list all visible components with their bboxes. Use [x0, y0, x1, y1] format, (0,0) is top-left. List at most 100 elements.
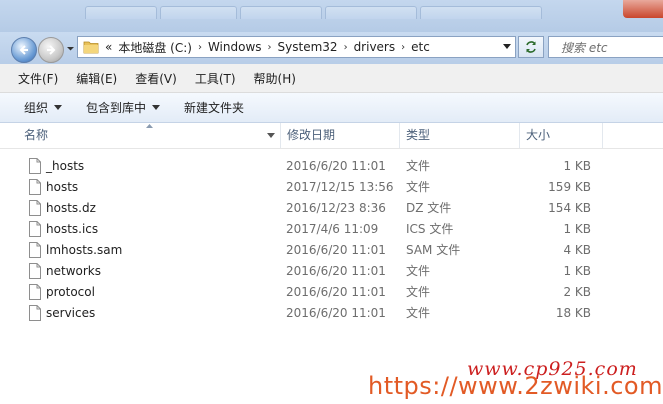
column-modified-label: 修改日期 [287, 128, 336, 142]
search-box[interactable] [548, 36, 663, 58]
chevron-down-icon[interactable] [503, 44, 511, 50]
file-name: hosts [46, 180, 79, 194]
file-modified: 2016/6/20 11:01 [286, 159, 386, 173]
file-modified: 2016/6/20 11:01 [286, 243, 386, 257]
column-filter-chevron-icon[interactable] [267, 133, 275, 138]
menu-bar: 文件(F) 编辑(E) 查看(V) 工具(T) 帮助(H) [0, 64, 663, 93]
file-row[interactable]: services 2016/6/20 11:01 文件 18 KB [0, 303, 663, 324]
menu-edit[interactable]: 编辑(E) [70, 70, 123, 87]
forward-button[interactable] [38, 37, 64, 63]
file-icon [29, 200, 41, 216]
file-icon [29, 221, 41, 237]
breadcrumb-overflow[interactable]: « [105, 40, 112, 54]
file-name: protocol [46, 285, 95, 299]
recent-pages-chevron-icon[interactable] [66, 44, 75, 53]
column-size-label: 大小 [526, 128, 551, 142]
file-name: hosts.ics [46, 222, 99, 236]
include-in-library-label: 包含到库中 [86, 101, 147, 115]
breadcrumb-system32[interactable]: System32 [278, 40, 338, 54]
background-window-tab [160, 6, 237, 19]
chevron-down-icon [152, 105, 161, 110]
breadcrumb-etc[interactable]: etc [411, 40, 430, 54]
file-row[interactable]: protocol 2016/6/20 11:01 文件 2 KB [0, 282, 663, 303]
file-row[interactable]: hosts.dz 2016/12/23 8:36 DZ 文件 154 KB [0, 198, 663, 219]
search-input[interactable] [559, 38, 663, 58]
file-size: 1 KB [563, 222, 591, 236]
column-header-row: 名称 修改日期 类型 大小 [0, 123, 663, 149]
folder-icon [83, 41, 99, 54]
menu-tools[interactable]: 工具(T) [189, 70, 242, 87]
file-modified: 2017/4/6 11:09 [286, 222, 379, 236]
file-row[interactable]: hosts.ics 2017/4/6 11:09 ICS 文件 1 KB [0, 219, 663, 240]
column-name-label: 名称 [24, 128, 49, 142]
file-icon [29, 158, 41, 174]
menu-file[interactable]: 文件(F) [12, 70, 64, 87]
command-bar: 组织 包含到库中 新建文件夹 [0, 93, 663, 123]
organize-button[interactable]: 组织 [18, 99, 68, 116]
file-row[interactable]: _hosts 2016/6/20 11:01 文件 1 KB [0, 156, 663, 177]
file-type: ICS 文件 [406, 222, 454, 236]
file-type: 文件 [406, 159, 431, 173]
file-icon [29, 305, 41, 321]
file-size: 154 KB [548, 201, 591, 215]
file-name: _hosts [46, 159, 85, 173]
file-name: networks [46, 264, 101, 278]
refresh-icon [526, 41, 536, 53]
file-modified: 2016/6/20 11:01 [286, 285, 386, 299]
breadcrumb-separator[interactable]: › [401, 42, 405, 53]
file-modified: 2016/12/23 8:36 [286, 201, 386, 215]
column-header-type[interactable]: 类型 [400, 123, 520, 148]
file-type: 文件 [406, 180, 431, 194]
new-folder-button[interactable]: 新建文件夹 [178, 99, 250, 116]
title-bar [0, 0, 663, 32]
file-size: 4 KB [563, 243, 591, 257]
file-name: services [46, 306, 96, 320]
breadcrumb-separator[interactable]: › [344, 42, 348, 53]
file-modified: 2017/12/15 13:56 [286, 180, 394, 194]
file-modified: 2016/6/20 11:01 [286, 264, 386, 278]
column-header-size[interactable]: 大小 [520, 123, 603, 148]
file-size: 1 KB [563, 264, 591, 278]
file-type: DZ 文件 [406, 201, 452, 215]
close-window-button[interactable] [623, 0, 663, 18]
back-button[interactable] [11, 37, 37, 63]
file-row[interactable]: hosts 2017/12/15 13:56 文件 159 KB [0, 177, 663, 198]
breadcrumb-separator[interactable]: › [268, 42, 272, 53]
arrow-left-icon [19, 45, 28, 55]
file-type: SAM 文件 [406, 243, 461, 257]
file-list: _hosts 2016/6/20 11:01 文件 1 KB hosts 201… [0, 156, 663, 324]
background-window-tab [85, 6, 157, 19]
organize-label: 组织 [24, 101, 49, 115]
breadcrumb-drive[interactable]: 本地磁盘 (C:) [118, 39, 192, 56]
file-size: 18 KB [555, 306, 591, 320]
breadcrumb-windows[interactable]: Windows [208, 40, 262, 54]
watermark-url: https://www.2zwiki.com [368, 372, 663, 400]
file-type: 文件 [406, 264, 431, 278]
chevron-down-icon [54, 105, 63, 110]
file-icon [29, 263, 41, 279]
file-row[interactable]: lmhosts.sam 2016/6/20 11:01 SAM 文件 4 KB [0, 240, 663, 261]
background-window-tab [420, 6, 542, 19]
breadcrumb-drivers[interactable]: drivers [354, 40, 396, 54]
background-window-tab [325, 6, 417, 19]
refresh-button[interactable] [518, 36, 544, 58]
new-folder-label: 新建文件夹 [184, 101, 245, 115]
breadcrumb-separator[interactable]: › [198, 42, 202, 53]
file-size: 2 KB [563, 285, 591, 299]
file-icon [29, 242, 41, 258]
file-name: hosts.dz [46, 201, 96, 215]
column-header-name[interactable]: 名称 [18, 123, 281, 148]
file-icon [29, 179, 41, 195]
file-modified: 2016/6/20 11:01 [286, 306, 386, 320]
address-box[interactable]: « 本地磁盘 (C:) › Windows › System32 › drive… [77, 36, 516, 58]
file-row[interactable]: networks 2016/6/20 11:01 文件 1 KB [0, 261, 663, 282]
menu-view[interactable]: 查看(V) [129, 70, 183, 87]
menu-help[interactable]: 帮助(H) [248, 70, 302, 87]
column-type-label: 类型 [406, 128, 431, 142]
file-size: 159 KB [548, 180, 591, 194]
column-header-modified[interactable]: 修改日期 [281, 123, 400, 148]
file-icon [29, 284, 41, 300]
include-in-library-button[interactable]: 包含到库中 [80, 99, 166, 116]
file-size: 1 KB [563, 159, 591, 173]
file-name: lmhosts.sam [46, 243, 123, 257]
